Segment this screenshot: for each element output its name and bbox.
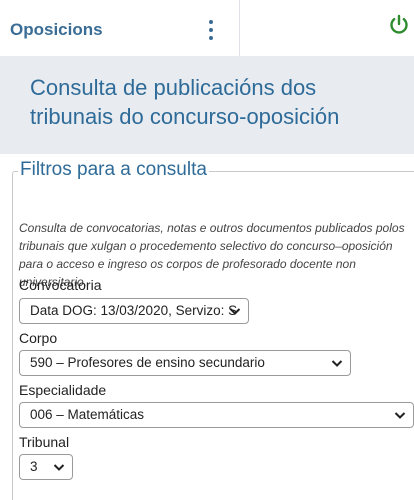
filters-legend: Filtros para a consulta — [18, 158, 209, 182]
corpo-label: Corpo — [19, 330, 58, 346]
corpo-value: 590 – Profesores de ensino secundario — [30, 355, 265, 370]
power-icon[interactable] — [388, 14, 410, 36]
more-vert-icon[interactable] — [204, 20, 218, 42]
chevron-down-icon — [394, 412, 406, 419]
top-app-bar: Oposicions — [0, 0, 414, 56]
especialidade-select[interactable]: 006 – Matemáticas — [19, 402, 414, 428]
convocatoria-label: Convocatoria — [19, 277, 102, 293]
tribunal-value: 3 — [30, 459, 38, 474]
tribunal-label: Tribunal — [19, 434, 70, 450]
chevron-down-icon — [331, 360, 343, 367]
especialidade-value: 006 – Matemáticas — [30, 407, 145, 422]
corpo-select[interactable]: 590 – Profesores de ensino secundario — [19, 350, 351, 376]
chevron-down-icon — [229, 308, 241, 315]
chevron-down-icon — [53, 464, 65, 471]
tribunal-select[interactable]: 3 — [19, 454, 73, 480]
convocatoria-value: Data DOG: 13/03/2020, Servizo: S — [30, 303, 238, 318]
page-title: Consulta de publicacións dos tribunais d… — [30, 75, 340, 129]
convocatoria-select[interactable]: Data DOG: 13/03/2020, Servizo: S — [19, 298, 249, 324]
header-divider — [239, 0, 240, 56]
app-title: Oposicions — [10, 20, 103, 39]
especialidade-label: Especialidade — [19, 382, 107, 398]
page-banner: Consulta de publicacións dos tribunais d… — [0, 56, 414, 154]
